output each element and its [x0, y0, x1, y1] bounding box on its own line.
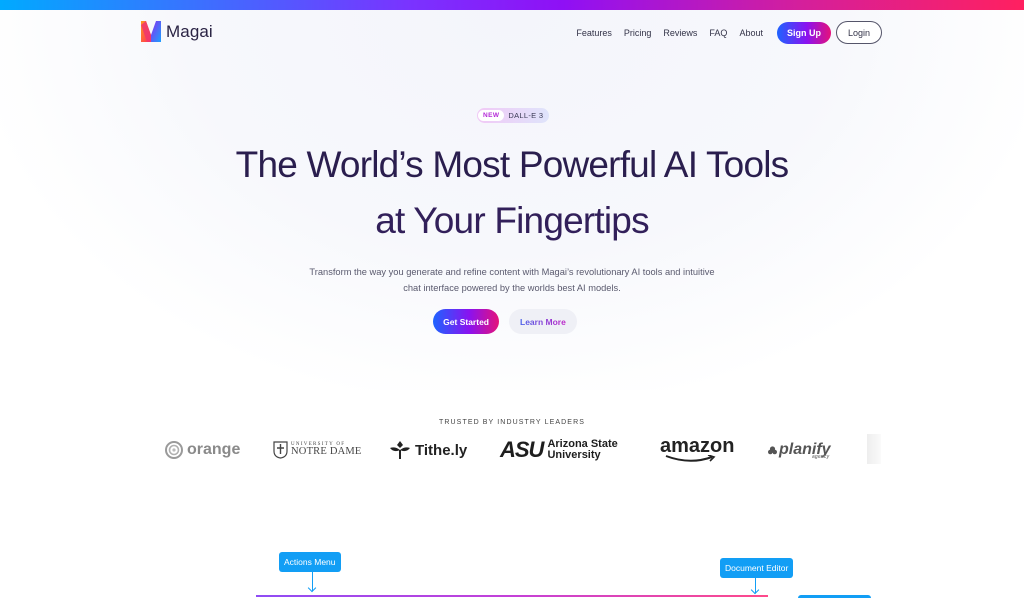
hero-subtitle: Transform the way you generate and refin…: [262, 264, 762, 296]
announcement-badge[interactable]: NEW DALL-E 3: [477, 108, 550, 123]
hero-subtitle-line-2: chat interface powered by the worlds bes…: [403, 283, 621, 293]
logo-partial-faded: [867, 434, 881, 464]
learn-more-button[interactable]: Learn More: [509, 309, 577, 334]
asu-line-2: University: [547, 449, 601, 461]
nav-link-about[interactable]: About: [739, 28, 763, 38]
tithely-wordmark: Tithe.ly: [415, 441, 468, 459]
notre-dame-shield-icon: [273, 441, 288, 459]
logo-amazon: amazon: [660, 434, 734, 466]
annotation-actions-menu: Actions Menu: [279, 552, 341, 572]
planify-club-icon: [768, 445, 777, 454]
orange-wordmark: orange: [187, 441, 241, 458]
top-gradient-bar: [0, 0, 1024, 10]
logo-orange: orange: [165, 434, 240, 466]
nav-link-reviews[interactable]: Reviews: [663, 28, 697, 38]
nav-link-faq[interactable]: FAQ: [709, 28, 727, 38]
trusted-heading: TRUSTED BY INDUSTRY LEADERS: [438, 419, 585, 426]
nav-link-features[interactable]: Features: [576, 28, 612, 38]
planify-subtext: agency: [812, 454, 830, 460]
hero-title-line-2: at Your Fingertips: [375, 200, 649, 241]
nav-link-pricing[interactable]: Pricing: [624, 28, 652, 38]
logo-notre-dame: UNIVERSITY OF NOTRE DAME: [273, 434, 362, 466]
logo-planify: planify agency: [768, 434, 831, 466]
logo-asu: ASU Arizona State University: [500, 434, 618, 466]
tithely-sprout-icon: [390, 441, 410, 459]
amazon-wordmark: amazon: [660, 435, 735, 457]
asu-mark: ASU: [500, 437, 544, 462]
hero-cta-group: Get Started Learn More: [0, 309, 1024, 334]
hero-subtitle-line-1: Transform the way you generate and refin…: [309, 267, 715, 277]
login-button[interactable]: Login: [835, 21, 882, 44]
logo-carousel: orange UNIVERSITY OF NOTRE DAME Tithe.ly…: [0, 434, 1024, 466]
learn-more-label: Learn More: [520, 316, 566, 327]
annotation-document-editor: Document Editor: [720, 558, 794, 578]
orange-swirl-icon: [165, 441, 183, 459]
main-nav: Features Pricing Reviews FAQ About Sign …: [576, 21, 882, 44]
new-tag: NEW: [478, 110, 505, 121]
brand-name: Magai: [166, 21, 213, 41]
logo-tithely: Tithe.ly: [390, 434, 467, 466]
badge-text: DALL-E 3: [508, 111, 544, 120]
hero-title-line-1: The World’s Most Powerful AI Tools: [235, 144, 790, 185]
site-header: Magai Features Pricing Reviews FAQ About…: [0, 10, 1024, 54]
notre-dame-big-text: NOTRE DAME: [291, 446, 362, 458]
magai-logo-icon: [141, 21, 161, 42]
arrow-down-icon: [312, 572, 313, 591]
sign-up-button[interactable]: Sign Up: [776, 21, 831, 44]
amazon-smile-icon: [665, 455, 716, 462]
get-started-button[interactable]: Get Started: [433, 309, 499, 334]
brand-logo[interactable]: Magai: [141, 21, 213, 42]
arrow-down-icon: [755, 578, 756, 593]
